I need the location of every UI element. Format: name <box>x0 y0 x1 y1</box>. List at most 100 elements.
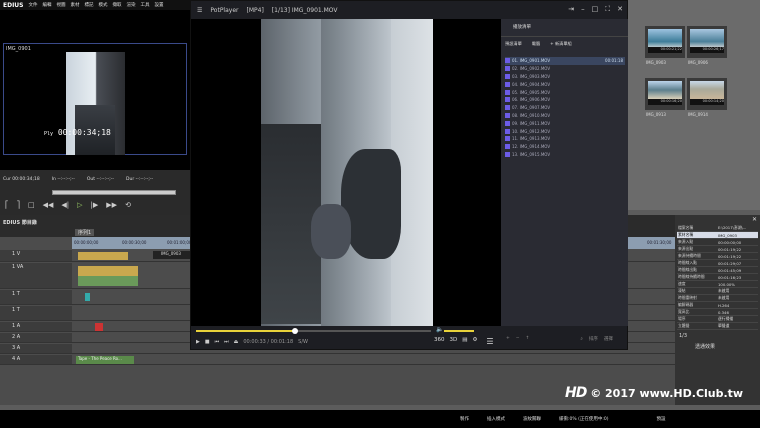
playlist-item[interactable]: 04. IMG_0904.MOV <box>505 80 625 88</box>
info-row[interactable]: 時間線入點 00:01:29;07 <box>677 259 758 267</box>
info-row[interactable]: 來源出點 00:01:19;22 <box>677 245 758 253</box>
clip-label[interactable]: IMG_0903 <box>153 251 191 259</box>
play-icon[interactable]: ▶ <box>196 339 200 345</box>
menu-icon[interactable]: ☰ <box>197 7 202 14</box>
seek-knob[interactable] <box>291 328 298 334</box>
playlist-item[interactable]: 11. IMG_0913.MOV <box>505 135 625 143</box>
playlist-item[interactable]: 12. IMG_0914.MOV <box>505 143 625 151</box>
track-4a[interactable]: 4 A Tape - The Peace Ro... <box>0 355 675 365</box>
3d-icon[interactable]: 3D <box>450 337 458 346</box>
add-icon[interactable]: + <box>506 336 510 342</box>
close-icon[interactable]: ✕ <box>752 216 757 223</box>
rewind-icon[interactable]: ◀◀ <box>43 201 54 209</box>
info-row[interactable]: 編解碼器 H.264 <box>677 301 758 309</box>
info-row[interactable]: 速度 100.00% <box>677 280 758 288</box>
playlist-item[interactable]: 06. IMG_0906.MOV <box>505 96 625 104</box>
av-clip[interactable] <box>78 266 138 286</box>
playlist-item[interactable]: 03. IMG_0903.MOV <box>505 73 625 81</box>
playlist-item[interactable]: 09. IMG_0911.MOV <box>505 119 625 127</box>
stop-icon[interactable]: ■ <box>205 339 210 345</box>
step-forward-icon[interactable]: |▶ <box>91 201 99 209</box>
pin-icon[interactable]: ⇥ <box>568 5 574 14</box>
info-row[interactable]: 來源入點 00:00:00;00 <box>677 238 758 246</box>
transport-buttons: ⎡ ⎤ □ ◀◀ ◀| ▷ |▶ ▶▶ ⟲ <box>5 201 131 209</box>
playlist-item[interactable]: 07. IMG_0907.MOV <box>505 104 625 112</box>
fast-forward-icon[interactable]: ▶▶ <box>106 201 117 209</box>
menu-render[interactable]: 渲染 <box>127 2 136 8</box>
volume-icon[interactable]: 🔈 <box>436 326 443 333</box>
settings-icon[interactable]: ⚙ <box>472 337 477 346</box>
playlist-item[interactable]: 08. IMG_0910.MOV <box>505 112 625 120</box>
prev-icon[interactable]: ⏮ <box>215 339 220 345</box>
info-row[interactable]: 檔案名稱 E:\2017\澎湖\... <box>677 225 758 232</box>
360-icon[interactable]: 360 <box>434 337 445 346</box>
step-back-icon[interactable]: ◀| <box>61 201 69 209</box>
playlist-item[interactable]: 02. IMG_0902.MOV <box>505 65 625 73</box>
seek-bar[interactable] <box>196 328 431 334</box>
eject-icon[interactable]: ⏏ <box>234 339 239 345</box>
tab-playlist[interactable]: 播放清單 <box>513 24 531 30</box>
video-area[interactable] <box>191 19 501 326</box>
menu-settings[interactable]: 設置 <box>155 2 164 8</box>
playlist-item[interactable]: 13. IMG_0915.MOV <box>505 151 625 159</box>
bin-clip[interactable]: 00:00:16;20 <box>645 78 685 110</box>
menu-mode[interactable]: 模式 <box>99 2 108 8</box>
video-clip[interactable] <box>78 252 128 260</box>
subtab-computer[interactable]: 電腦 <box>532 41 540 47</box>
effect-tab[interactable]: 透通效果 <box>695 343 715 350</box>
info-row[interactable]: 時間線出點 00:01:45;09 <box>677 266 758 274</box>
info-row[interactable]: 來源持續時間 00:01:19;22 <box>677 252 758 260</box>
loop-icon[interactable]: ⟲ <box>125 201 131 209</box>
info-row[interactable]: 時間線持續時間 00:01:16;23 <box>677 273 758 281</box>
bin-clip[interactable]: 00:00:26;17 <box>687 26 727 58</box>
play-icon[interactable]: ▷ <box>77 201 82 209</box>
menu-file[interactable]: 文件 <box>29 2 38 8</box>
info-row[interactable]: 場序 逐行掃描 <box>677 315 758 323</box>
bin-clip[interactable]: 00:00:21;22 <box>645 26 685 58</box>
menu-view[interactable]: 視圖 <box>57 2 66 8</box>
format-label: [MP4] <box>246 6 264 14</box>
menu-tools[interactable]: 工具 <box>141 2 150 8</box>
chapter-icon[interactable]: ▤ <box>462 337 467 346</box>
subtab-default[interactable]: 預設清單 <box>505 41 522 47</box>
menu-marker[interactable]: 標記 <box>85 2 94 8</box>
up-icon[interactable]: ↑ <box>526 336 530 342</box>
playlist-item[interactable]: 10. IMG_0912.MOV <box>505 127 625 135</box>
playlist-item[interactable]: 01. IMG_0901.MOV 00:01:18 <box>505 57 625 65</box>
info-row[interactable]: 寬高比 0.346 <box>677 308 758 316</box>
bin-clip[interactable]: 00:00:14;20 <box>687 78 727 110</box>
music-clip[interactable]: Tape - The Peace Ro... <box>76 356 134 364</box>
search-icon[interactable]: ⌕ <box>580 336 583 342</box>
info-key: 時間線入點 <box>677 259 717 267</box>
info-row[interactable]: 時間重映射 未啟用 <box>677 294 758 302</box>
volume-slider[interactable] <box>444 330 474 332</box>
position-slider[interactable] <box>52 190 176 195</box>
remove-icon[interactable]: − <box>516 336 520 342</box>
info-row[interactable]: 立體聲 單聲道 <box>677 322 758 330</box>
menu-clip[interactable]: 素材 <box>71 2 80 8</box>
info-row[interactable]: 素材名稱 IMG_0903 <box>677 231 758 239</box>
status-ripple[interactable]: 波紋關聯 <box>523 416 541 422</box>
status-insert[interactable]: 插入模式 <box>487 416 505 422</box>
maximize-icon[interactable]: □ <box>592 5 599 14</box>
title-clip[interactable] <box>85 293 90 301</box>
fullscreen-icon[interactable]: ⛶ <box>605 5 610 14</box>
subtab-new[interactable]: + 新清單組 <box>550 41 572 47</box>
stop-icon[interactable]: □ <box>28 201 35 209</box>
select-button[interactable]: 選擇 <box>604 336 613 342</box>
sort-button[interactable]: 排序 <box>589 336 598 342</box>
next-icon[interactable]: ⏭ <box>224 339 229 345</box>
menu-edit[interactable]: 編輯 <box>43 2 52 8</box>
info-row[interactable]: 凍結 未啟用 <box>677 287 758 295</box>
set-in-icon[interactable]: ⎡ <box>5 201 9 209</box>
sequence-tab[interactable]: 序列1 <box>75 229 95 236</box>
set-out-icon[interactable]: ⎤ <box>17 201 21 209</box>
playlist-item[interactable]: 05. IMG_0905.MOV <box>505 88 625 96</box>
info-value: 逐行掃描 <box>717 315 758 323</box>
playlist-toggle-icon[interactable]: ☰ <box>486 337 493 346</box>
audio-clip[interactable] <box>95 323 103 331</box>
menu-capture[interactable]: 擷取 <box>113 2 122 8</box>
info-key: 來源入點 <box>677 238 717 246</box>
close-icon[interactable]: ✕ <box>617 5 623 14</box>
minimize-icon[interactable]: – <box>581 5 585 14</box>
